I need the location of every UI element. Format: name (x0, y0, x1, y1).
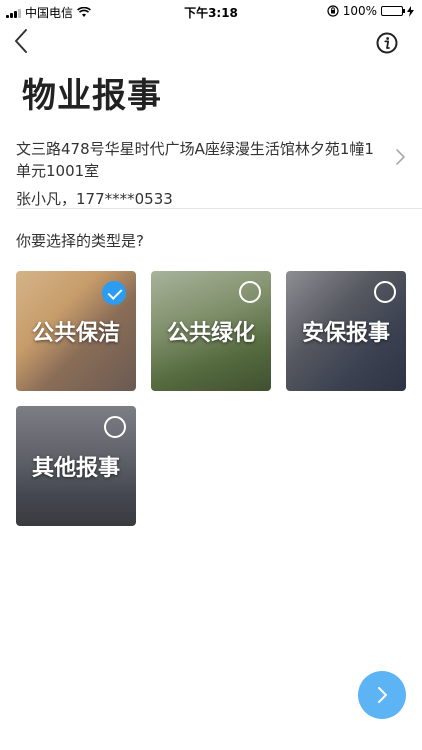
divider (16, 208, 422, 209)
contact-info: 张小凡，177****0533 (16, 190, 173, 208)
next-button[interactable] (358, 671, 406, 719)
chevron-left-icon[interactable] (10, 28, 34, 54)
status-bar: 中国电信 下午3:18 100% (0, 0, 422, 22)
charging-icon (407, 5, 414, 17)
type-card-public-cleaning[interactable]: 公共保洁 (16, 271, 136, 391)
type-card-public-greening[interactable]: 公共绿化 (151, 271, 271, 391)
radio-icon[interactable] (239, 281, 261, 303)
type-card-security-report[interactable]: 安保报事 (286, 271, 406, 391)
type-label: 其他报事 (31, 456, 120, 481)
chevron-right-icon[interactable] (394, 146, 408, 168)
battery-percent: 100% (342, 4, 377, 18)
address-line: 文三路478号华星时代广场A座绿漫生活馆林夕苑1幢1单元1001室 (16, 140, 374, 180)
status-right: 100% (327, 4, 414, 18)
page-title: 物业报事 (22, 76, 162, 116)
radio-icon[interactable] (374, 281, 396, 303)
chevron-right-icon (378, 687, 387, 703)
type-label: 公共保洁 (31, 321, 120, 346)
radio-icon[interactable] (104, 416, 126, 438)
type-card-other-report[interactable]: 其他报事 (16, 406, 136, 526)
battery-icon (381, 6, 405, 16)
type-label: 安保报事 (301, 321, 390, 346)
type-question: 你要选择的类型是? (16, 232, 144, 250)
orientation-lock-icon (327, 5, 339, 17)
info-icon[interactable] (376, 32, 398, 54)
address-selector[interactable]: 文三路478号华星时代广场A座绿漫生活馆林夕苑1幢1单元1001室 张小凡，17… (16, 138, 376, 210)
type-label: 公共绿化 (166, 321, 255, 346)
checked-icon[interactable] (102, 281, 126, 305)
